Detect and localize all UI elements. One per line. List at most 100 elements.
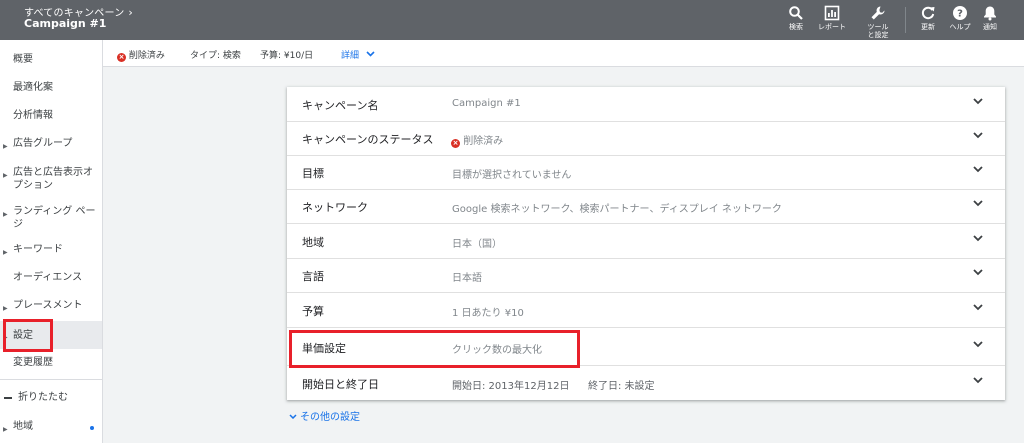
sidebar-item-label: キーワード [13,244,63,255]
chevron-down-icon[interactable] [973,166,983,173]
sidebar-item-insights[interactable]: 分析情報 [0,109,102,129]
campaign-budget: 予算: ¥10/日 [260,51,314,61]
top-header: すべてのキャンペーン › Campaign #1 検索 レポート ツールと設定 更… [0,0,1024,40]
setting-label: 目標 [302,167,324,180]
other-settings-link[interactable]: その他の設定 [289,408,360,423]
bell-icon [984,6,996,21]
help-icon: ? [953,6,967,20]
campaign-type: タイプ: 検索 [190,51,241,61]
removed-icon: × [117,53,126,62]
sidebar-item-label: 最適化案 [13,82,53,93]
refresh-icon [921,6,935,20]
setting-label: 地域 [302,236,324,249]
chevron-down-icon [289,414,297,420]
sidebar-item-label: ランディング ページ [13,206,96,230]
setting-label: キャンペーンのステータス [302,133,434,146]
chevron-right-icon: › [128,6,134,19]
search-icon [789,6,803,20]
sidebar-divider [0,379,102,380]
campaign-summary-bar: × 削除済み タイプ: 検索 予算: ¥10/日 詳細 [103,40,1024,67]
sidebar-item-landing-pages[interactable]: ▶ ランディング ページ [0,205,102,235]
caret-right-icon: ▶ [3,426,8,433]
setting-value-end: 終了日: 未設定 [588,381,655,392]
setting-value: 1 日あたり ¥10 [452,308,524,319]
setting-value: Campaign #1 [452,98,521,109]
chevron-down-icon[interactable] [973,98,983,105]
sidebar-item-ads-extensions[interactable]: ▶ 広告と広告表示オプション [0,166,102,196]
setting-label: 開始日と終了日 [302,378,379,391]
sidebar-item-ad-groups[interactable]: ▶ 広告グループ [0,137,102,157]
sidebar-item-label: 分析情報 [13,110,53,121]
setting-row-location[interactable]: 地域 日本（国） [287,224,1005,259]
sidebar-item-change-history[interactable]: 変更履歴 [0,356,102,376]
setting-row-dates[interactable]: 開始日と終了日 開始日: 2013年12月12日 終了日: 未設定 [287,366,1005,401]
search-button[interactable]: 検索 [776,5,816,31]
chevron-down-icon[interactable] [973,304,983,311]
details-toggle[interactable]: 詳細 [341,48,375,61]
setting-value: 削除済み [463,136,504,147]
sidebar-item-region[interactable]: ▶ 地域 [0,420,102,438]
caret-right-icon: ▶ [3,143,8,150]
chevron-down-icon[interactable] [973,200,983,207]
status-text: 削除済み [128,51,165,61]
campaign-title: Campaign #1 [24,17,107,30]
highlight-box-bidding [289,330,580,368]
caret-right-icon: ▶ [3,249,8,256]
collapse-label: 折りたたむ [18,392,68,403]
report-button[interactable]: レポート [812,5,852,31]
setting-value-start: 開始日: 2013年12月12日 [452,381,570,392]
chevron-down-icon[interactable] [973,269,983,276]
setting-label: 予算 [302,305,324,318]
sidebar-item-recommendations[interactable]: 最適化案 [0,81,102,101]
setting-label: 言語 [302,270,324,283]
chevron-down-icon[interactable] [973,341,983,348]
sidebar: 概要 最適化案 分析情報 ▶ 広告グループ ▶ 広告と広告表示オプション ▶ ランディ… [0,40,103,443]
status-badge: × 削除済み [117,48,165,62]
notifications-button[interactable]: 通知 [970,5,1010,31]
caret-right-icon: ▶ [3,211,8,218]
setting-value: 目標が選択されていません [452,170,572,181]
setting-row-campaign-name[interactable]: キャンペーン名 Campaign #1 [287,87,1005,122]
sidebar-item-label: プレースメント [13,300,83,311]
sidebar-item-label: 地域 [13,421,33,432]
sidebar-item-audiences[interactable]: オーディエンス [0,271,102,291]
report-icon [824,5,840,21]
highlight-box-settings [3,319,53,352]
setting-row-language[interactable]: 言語 日本語 [287,258,1005,293]
setting-row-campaign-status[interactable]: キャンペーンのステータス × 削除済み [287,121,1005,156]
sidebar-item-label: オーディエンス [13,272,83,283]
setting-row-network[interactable]: ネットワーク Google 検索ネットワーク、検索パートナー、ディスプレイ ネッ… [287,189,1005,224]
sidebar-item-placements[interactable]: ▶ プレースメント [0,299,102,319]
setting-row-budget[interactable]: 予算 1 日あたり ¥10 [287,293,1005,328]
notifications-label: 通知 [983,23,997,31]
setting-value-wrap: × 削除済み [451,132,503,148]
setting-value: 日本（国） [452,239,502,250]
notification-dot [90,426,94,430]
chevron-down-icon [366,51,375,57]
chevron-down-icon[interactable] [973,377,983,384]
setting-row-goal[interactable]: 目標 目標が選択されていません [287,155,1005,190]
tools-label: ツールと設定 [867,23,889,39]
sidebar-item-label: 広告グループ [13,138,73,149]
wrench-icon [871,6,885,20]
report-label: レポート [818,23,846,31]
sidebar-item-label: 変更履歴 [13,357,53,368]
search-label: 検索 [789,23,803,31]
chevron-down-icon[interactable] [973,132,983,139]
tools-button[interactable]: ツールと設定 [858,5,898,39]
sidebar-item-keywords[interactable]: ▶ キーワード [0,243,102,263]
caret-right-icon: ▶ [3,172,8,179]
header-divider [905,7,906,33]
details-label: 詳細 [341,51,360,61]
sidebar-item-overview[interactable]: 概要 [0,53,102,73]
setting-value: 日本語 [452,273,482,284]
other-settings-label: その他の設定 [300,412,360,423]
sidebar-collapse-button[interactable]: 折りたたむ [0,391,102,409]
sidebar-item-label: 概要 [13,54,33,65]
setting-label: キャンペーン名 [302,99,379,112]
chevron-down-icon[interactable] [973,235,983,242]
setting-label: ネットワーク [302,201,368,214]
setting-value: Google 検索ネットワーク、検索パートナー、ディスプレイ ネットワーク [452,204,782,215]
sidebar-item-label: 広告と広告表示オプション [13,167,93,191]
caret-right-icon: ▶ [3,305,8,312]
